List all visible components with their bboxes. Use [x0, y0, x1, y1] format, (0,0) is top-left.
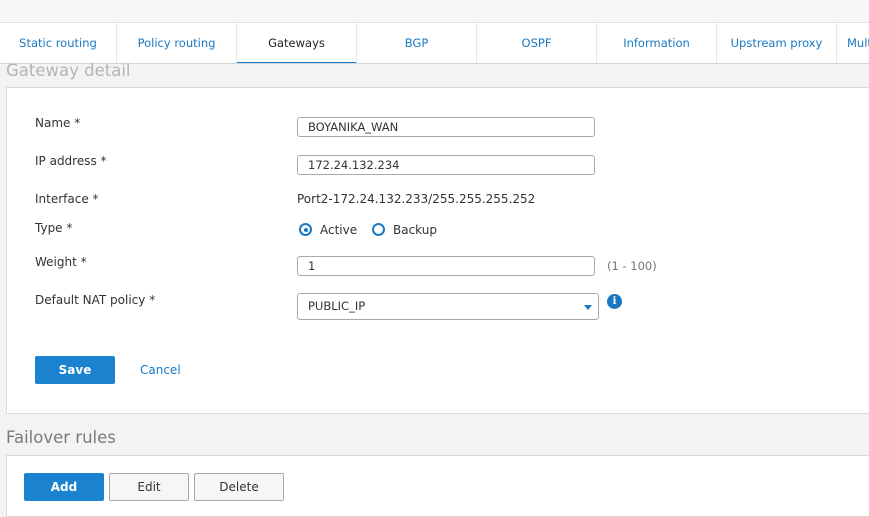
failover-rules-title: Failover rules [6, 428, 116, 447]
delete-button[interactable]: Delete [194, 473, 284, 501]
tab-policy-routing[interactable]: Policy routing [117, 23, 237, 63]
default-nat-policy-select[interactable]: PUBLIC_IP [297, 293, 599, 320]
weight-input[interactable] [297, 256, 595, 276]
type-backup-label: Backup [393, 223, 437, 237]
chevron-down-icon [584, 305, 592, 310]
name-label: Name * [35, 116, 81, 130]
info-icon[interactable]: i [607, 294, 622, 309]
tab-ospf[interactable]: OSPF [477, 23, 597, 63]
tab-multi[interactable]: Mult [837, 23, 869, 63]
add-button[interactable]: Add [24, 473, 104, 501]
ip-address-input[interactable] [297, 155, 595, 175]
tab-upstream-proxy[interactable]: Upstream proxy [717, 23, 837, 63]
default-nat-policy-value: PUBLIC_IP [308, 299, 366, 313]
interface-label: Interface * [35, 192, 99, 206]
edit-button[interactable]: Edit [109, 473, 189, 501]
weight-label: Weight * [35, 255, 87, 269]
save-button[interactable]: Save [35, 356, 115, 384]
type-active-label: Active [320, 223, 358, 237]
default-nat-policy-label: Default NAT policy * [35, 293, 156, 307]
name-input[interactable] [297, 117, 595, 137]
top-strip [0, 0, 869, 22]
tab-information[interactable]: Information [597, 23, 717, 63]
gateway-detail-title: Gateway detail [6, 61, 131, 80]
type-label: Type * [35, 221, 73, 235]
tab-bgp[interactable]: BGP [357, 23, 477, 63]
tab-static-routing[interactable]: Static routing [0, 23, 117, 63]
cancel-button[interactable]: Cancel [140, 363, 181, 377]
type-backup-radio[interactable] [372, 223, 385, 236]
ip-address-label: IP address * [35, 154, 107, 168]
weight-hint: (1 - 100) [607, 259, 657, 273]
tab-gateways[interactable]: Gateways [237, 23, 357, 63]
interface-value: Port2-172.24.132.233/255.255.255.252 [297, 192, 536, 206]
tab-bar: Static routing Policy routing Gateways B… [0, 22, 869, 64]
type-active-radio[interactable] [299, 223, 312, 236]
